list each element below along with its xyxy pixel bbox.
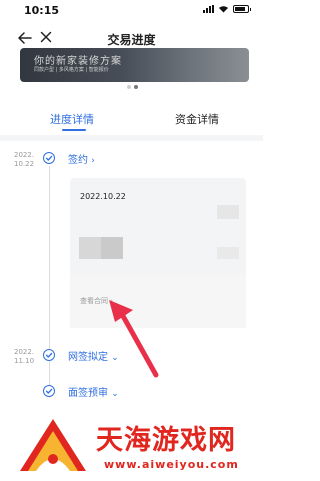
timeline-date: 2022. 10.22: [14, 151, 35, 168]
watermark-text: 天海游戏网: [95, 424, 236, 457]
watermark-logo-icon: [20, 419, 86, 471]
chevron-down-icon: ⌄: [111, 353, 119, 363]
carousel-dot-active: [134, 85, 138, 89]
wifi-icon: [219, 6, 228, 13]
step-signing[interactable]: 签约 ›: [68, 151, 95, 166]
chevron-down-icon: ⌄: [111, 389, 119, 399]
banner-main-text: 你的新家装修方案: [34, 56, 122, 67]
check-circle-icon: [43, 152, 55, 164]
carousel-dot: [127, 85, 131, 89]
status-time: 10:15: [24, 4, 60, 17]
status-icons: [203, 5, 251, 13]
blurred-content: [217, 247, 239, 259]
signal-icon: [203, 5, 214, 13]
step-interview-precheck[interactable]: 面签预审 ⌄: [68, 384, 119, 399]
blurred-content: [217, 205, 239, 219]
blurred-content: [79, 237, 123, 259]
card-date: 2022.10.22: [80, 192, 126, 201]
tab-progress-details[interactable]: 进度详情: [50, 111, 94, 127]
step-online-sign[interactable]: 网签拟定 ⌄: [68, 348, 119, 363]
banner-sub-text: 同款户型 | 多风格方案 | 智能报价: [34, 67, 109, 73]
page-title: 交易进度: [107, 33, 156, 47]
check-circle-icon: [43, 385, 55, 397]
active-tab-indicator: [62, 129, 86, 131]
tab-fund-details[interactable]: 资金详情: [175, 111, 219, 127]
watermark-url: www.aiweiyou.com: [104, 458, 239, 471]
battery-icon: [233, 5, 251, 13]
red-arrow-annotation: [109, 300, 159, 378]
chevron-right-icon: ›: [91, 156, 95, 166]
timeline-line: [49, 166, 50, 398]
check-circle-icon: [43, 349, 55, 361]
section-divider: [0, 135, 263, 141]
timeline-date: 2022. 11.10: [14, 348, 35, 365]
